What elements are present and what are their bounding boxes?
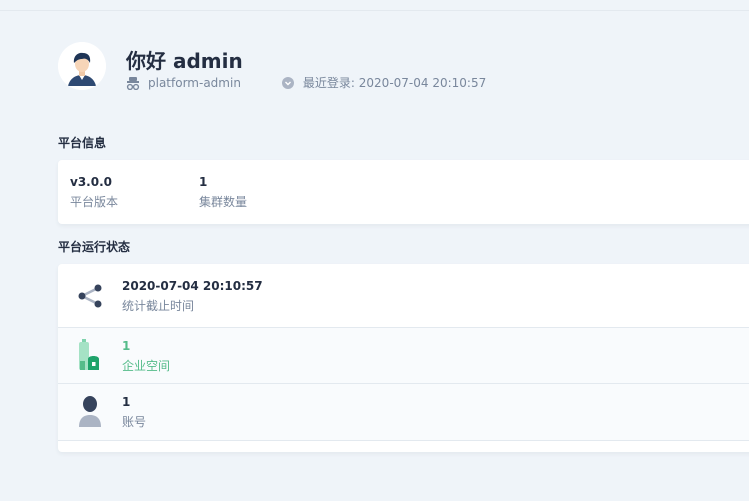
status-row-text: 1 企业空间 (122, 338, 170, 374)
user-icon (74, 394, 106, 430)
status-workspace-value: 1 (122, 339, 131, 353)
share-nodes-icon (74, 278, 106, 314)
top-divider (0, 10, 749, 11)
version-cell: v3.0.0 平台版本 (70, 174, 118, 210)
status-timestamp-value: 2020-07-04 20:10:57 (122, 279, 263, 293)
status-row-timestamp: 2020-07-04 20:10:57 统计截止时间 (58, 264, 749, 328)
role-text: platform-admin (148, 75, 241, 90)
cluster-count-value: 1 (199, 175, 208, 189)
version-value: v3.0.0 (70, 175, 112, 189)
cluster-cell: 1 集群数量 (199, 174, 247, 210)
clock-icon (281, 76, 294, 89)
role-icon (126, 76, 140, 90)
status-row-text: 1 账号 (122, 394, 146, 430)
last-login-item: 最近登录: 2020-07-04 20:10:57 (281, 74, 486, 91)
platform-status-title: 平台运行状态 (58, 240, 131, 254)
avatar-person-icon (58, 42, 106, 90)
status-accounts-label: 账号 (122, 415, 147, 429)
platform-info-title: 平台信息 (58, 136, 107, 150)
status-row-accounts[interactable]: 1 账号 (58, 384, 749, 441)
role-item: platform-admin (126, 76, 241, 90)
workspace-icon (74, 337, 106, 373)
last-login-text: 最近登录: 2020-07-04 20:10:57 (302, 76, 487, 90)
avatar[interactable] (58, 42, 106, 90)
status-timestamp-label: 统计截止时间 (122, 299, 195, 313)
version-label: 平台版本 (70, 195, 119, 209)
status-workspace-label: 企业空间 (122, 359, 171, 373)
greeting-title: 你好 admin (126, 49, 243, 73)
status-accounts-value: 1 (122, 395, 131, 409)
status-row-text: 2020-07-04 20:10:57 统计截止时间 (122, 278, 263, 314)
status-row-workspace[interactable]: 1 企业空间 (58, 328, 749, 384)
cluster-count-label: 集群数量 (199, 195, 248, 209)
user-meta: platform-admin 最近登录: 2020-07-04 20:10:57 (126, 74, 486, 91)
platform-status-card: 2020-07-04 20:10:57 统计截止时间 1 企业空间 1 账号 (58, 264, 749, 452)
platform-info-card: v3.0.0 平台版本 1 集群数量 (58, 160, 749, 224)
